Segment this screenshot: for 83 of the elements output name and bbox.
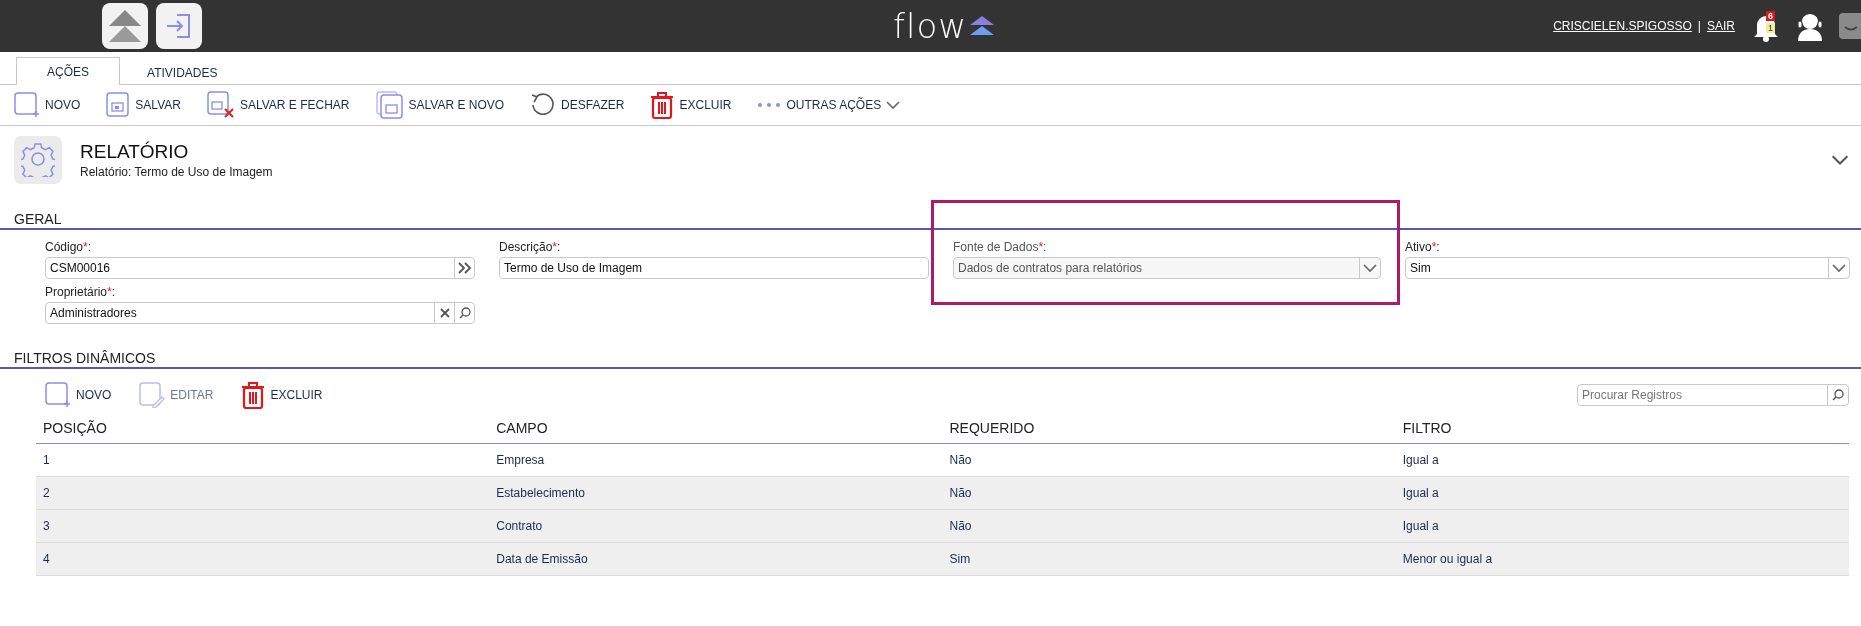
table-cell-text: Menor ou igual a bbox=[1401, 552, 1494, 566]
table-cell-text: Não bbox=[948, 453, 973, 467]
chevron-down-icon bbox=[1832, 263, 1846, 273]
close-icon bbox=[439, 308, 450, 318]
save-new-button[interactable]: SALVAR E NOVO bbox=[375, 91, 505, 119]
add-icon bbox=[45, 382, 71, 408]
lookup-button[interactable] bbox=[454, 258, 474, 278]
sign-in-icon bbox=[165, 12, 193, 40]
floppies-icon bbox=[375, 91, 404, 119]
headset-user-icon[interactable] bbox=[1795, 10, 1825, 42]
floppy-cross-icon bbox=[206, 91, 235, 119]
table-cell-text: Igual a bbox=[1401, 486, 1440, 500]
new-button[interactable]: NOVO bbox=[45, 382, 112, 408]
search-icon bbox=[1832, 389, 1844, 401]
notifications-button[interactable]: 6 1 bbox=[1753, 8, 1783, 44]
notification-badge: 6 bbox=[1766, 11, 1775, 21]
table-cell-text: Contrato bbox=[495, 519, 544, 533]
double-chevron-icon bbox=[457, 262, 472, 274]
table-cell-text: Igual a bbox=[1401, 453, 1440, 467]
table-cell-text: Data de Emissão bbox=[495, 552, 589, 566]
separator-text: | bbox=[1697, 19, 1701, 33]
trash-icon bbox=[241, 381, 266, 409]
save-close-button[interactable]: SALVAR E FECHAR bbox=[206, 91, 350, 119]
table-cell-text: 4 bbox=[42, 552, 51, 566]
delete-button[interactable]: EXCLUIR bbox=[650, 91, 732, 119]
undo-icon bbox=[530, 92, 557, 118]
table-row[interactable]: 4 Data de Emissão Sim Menor ou igual a bbox=[36, 543, 1849, 576]
chevron-down-icon bbox=[886, 100, 901, 110]
save-button[interactable]: SALVAR bbox=[106, 92, 181, 118]
new-button[interactable]: NOVO bbox=[14, 92, 81, 118]
table-row[interactable]: 3 Contrato Não Igual a bbox=[36, 510, 1849, 543]
trash-icon bbox=[650, 91, 675, 119]
table-cell-text: Não bbox=[948, 486, 973, 500]
page-title: RELATÓRIO bbox=[80, 141, 190, 163]
dropdown[interactable]: Sim bbox=[1405, 257, 1850, 279]
add-icon bbox=[14, 92, 40, 118]
shortcut-button[interactable] bbox=[102, 3, 148, 49]
delete-button[interactable]: EXCLUIR bbox=[241, 381, 323, 409]
chat-icon[interactable] bbox=[1839, 11, 1861, 41]
field-label: Código*: bbox=[45, 240, 93, 254]
column-header: REQUERIDO bbox=[948, 420, 1036, 436]
table-cell-text: Não bbox=[948, 519, 973, 533]
column-header: FILTRO bbox=[1401, 420, 1453, 436]
column-header: CAMPO bbox=[495, 420, 549, 436]
table-cell-text: Estabelecimento bbox=[495, 486, 586, 500]
table-cell-text: Sim bbox=[948, 552, 972, 566]
search-button[interactable] bbox=[454, 303, 474, 323]
column-header: POSIÇÃO bbox=[42, 420, 108, 436]
tab[interactable]: AÇÕES bbox=[16, 57, 120, 85]
lookup-field[interactable]: CSM00016 bbox=[45, 257, 475, 279]
section-title: FILTROS DINÂMICOS bbox=[0, 350, 1861, 369]
collapse-chevron-icon bbox=[1831, 154, 1849, 166]
chevrons-icon bbox=[969, 15, 996, 37]
table-row[interactable]: 2 Estabelecimento Não Igual a bbox=[36, 477, 1849, 510]
dots-icon bbox=[757, 101, 782, 109]
logo-text: flow bbox=[893, 6, 968, 46]
table-cell-text: 2 bbox=[42, 486, 51, 500]
logout-link[interactable]: SAIR bbox=[1707, 19, 1735, 33]
user-link[interactable]: CRISCIELEN.SPIGOSSO bbox=[1553, 19, 1692, 33]
search-field[interactable]: Procurar Registros bbox=[1577, 384, 1849, 406]
page-subtitle: Relatório: Termo de Uso de Imagem bbox=[80, 165, 273, 179]
stacked-triangles-icon bbox=[107, 8, 143, 44]
field-label: Descrição*: bbox=[499, 240, 562, 254]
table-cell-text: Empresa bbox=[495, 453, 546, 467]
field-label: Fonte de Dados*: bbox=[953, 240, 1048, 254]
pending-badge: 1 bbox=[1766, 23, 1775, 33]
sign-in-button[interactable] bbox=[156, 3, 202, 49]
table-cell-text: 3 bbox=[42, 519, 51, 533]
more-button[interactable]: OUTRAS AÇÕES bbox=[757, 98, 901, 112]
section-title: GERAL bbox=[0, 211, 1861, 230]
field-label: Ativo*: bbox=[1405, 240, 1441, 254]
undo-button[interactable]: DESFAZER bbox=[530, 92, 625, 118]
search-icon bbox=[458, 307, 471, 319]
tab[interactable]: ATIVIDADES bbox=[120, 59, 245, 85]
table-cell-text: 1 bbox=[42, 453, 51, 467]
gear-icon bbox=[21, 143, 55, 177]
floppy-icon bbox=[106, 92, 131, 118]
chevron-down-icon bbox=[1363, 263, 1377, 273]
text-field[interactable]: Termo de Uso de Imagem bbox=[499, 257, 929, 279]
field-label: Proprietário*: bbox=[45, 285, 117, 299]
pencil-square-icon bbox=[139, 382, 166, 408]
search-field[interactable]: Administradores bbox=[45, 302, 475, 324]
table-cell-text: Igual a bbox=[1401, 519, 1440, 533]
